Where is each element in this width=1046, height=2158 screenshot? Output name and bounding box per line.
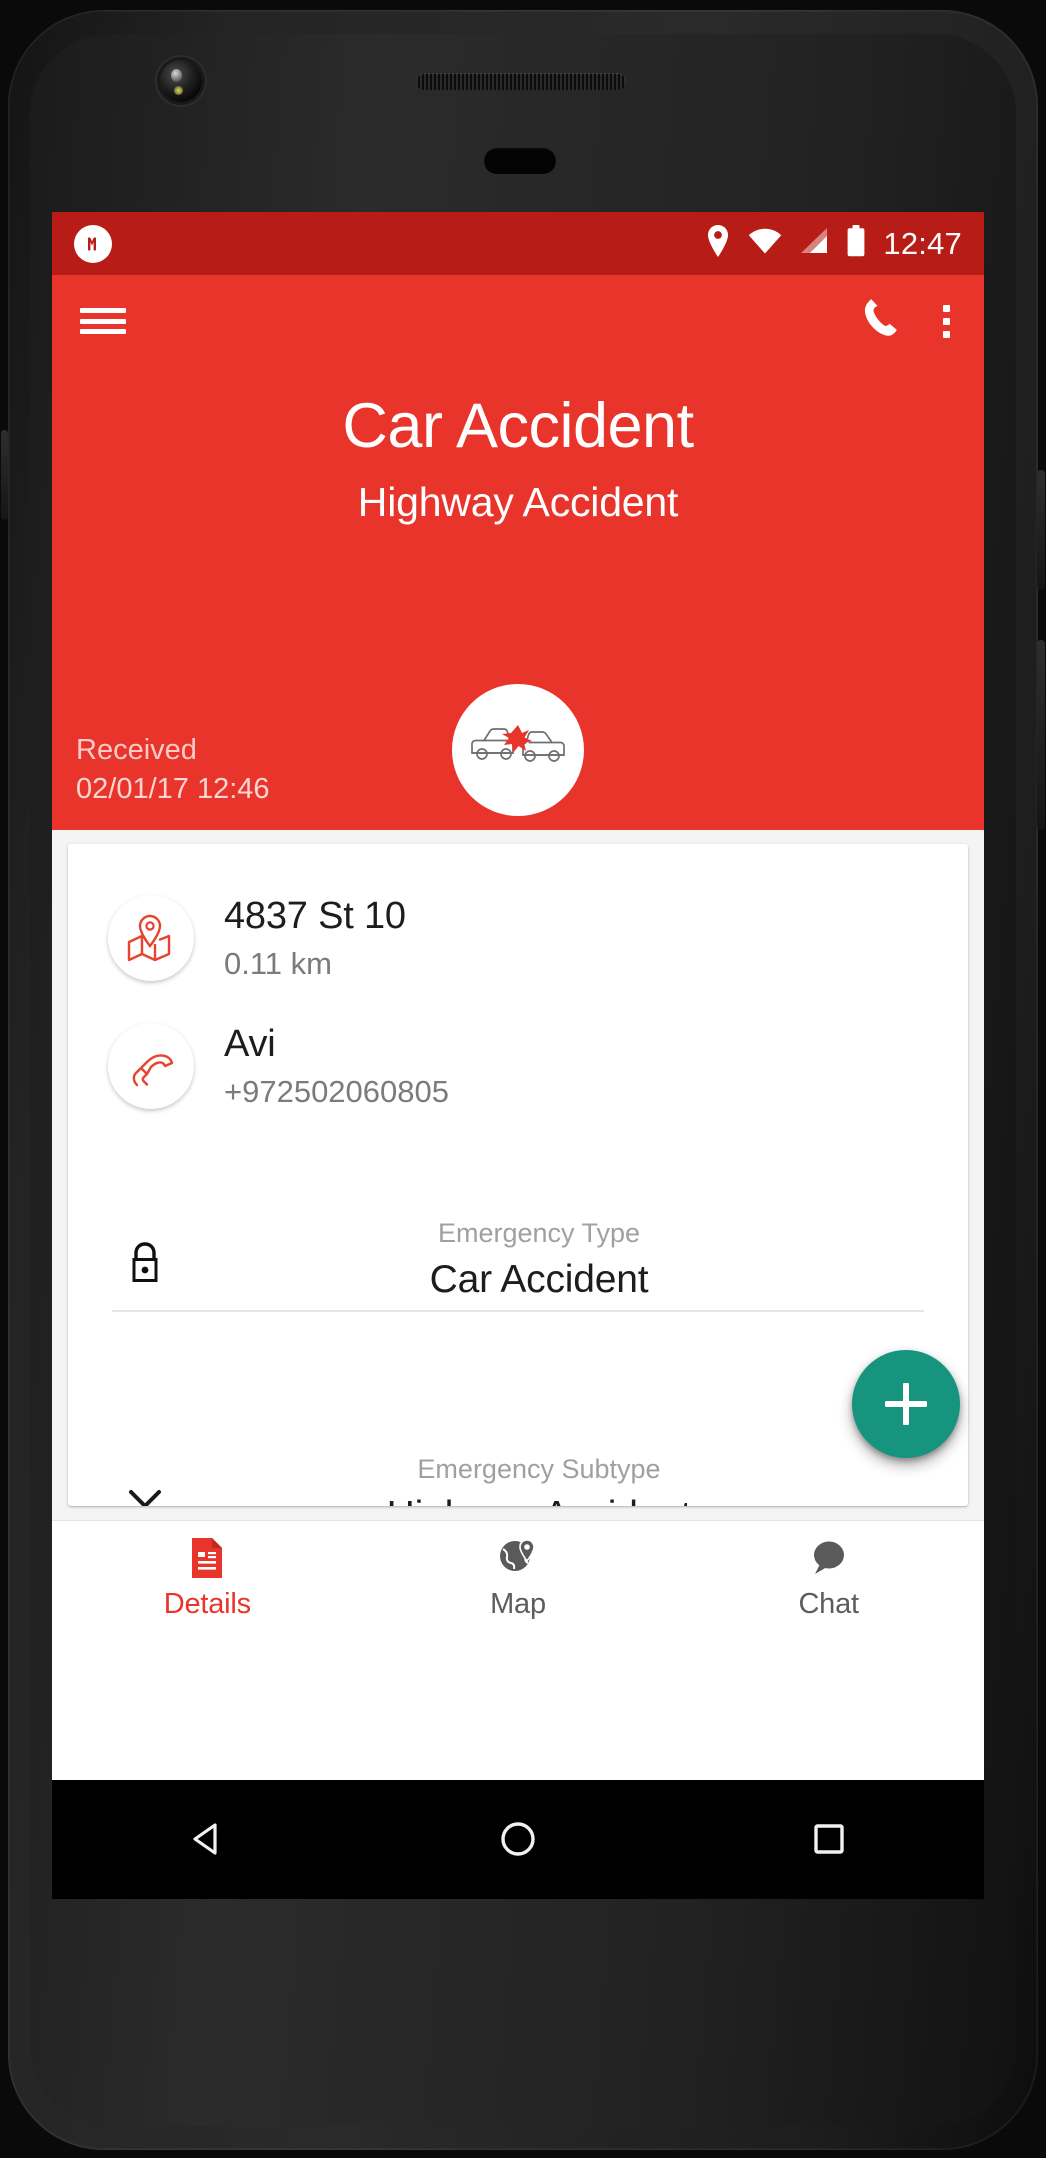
emergency-type-field: Emergency Type Car Accident [112,1184,924,1312]
details-content: 4837 St 10 0.11 km Avi +972502060805 Eme… [52,830,984,1520]
lock-icon [118,1236,172,1290]
cellular-signal-icon [799,227,829,260]
emergency-subtype-value: Highway Accident [154,1494,924,1506]
emergency-type-value: Car Accident [429,1258,649,1301]
screenshot-stage: 12:47 Car Accident Highway Accident Rece… [0,0,1046,2158]
home-circle-icon[interactable] [363,1815,674,1863]
location-text: 4837 St 10 0.11 km [224,894,406,982]
hamburger-menu-icon[interactable] [80,303,126,339]
tab-details[interactable]: Details [52,1521,363,1636]
bottom-navigation: Details Map Chat [52,1520,984,1636]
wifi-icon [748,227,782,260]
status-bar-system-icons: 12:47 [705,225,962,262]
tab-map-label: Map [490,1588,546,1620]
status-bar-notifications [74,224,705,263]
overflow-menu-icon[interactable] [943,304,950,338]
location-row[interactable]: 4837 St 10 0.11 km [68,874,968,1002]
android-status-bar: 12:47 [52,212,984,275]
contact-text: Avi +972502060805 [224,1022,449,1110]
power-button[interactable] [1037,470,1045,590]
toolbar-actions [857,297,956,345]
contact-row[interactable]: Avi +972502060805 [68,1002,968,1130]
phone-call-icon[interactable] [857,297,899,345]
phone-handset-icon [108,1023,194,1109]
received-block: Received 02/01/17 12:46 [52,731,270,808]
location-address: 4837 St 10 [224,894,406,937]
details-card: 4837 St 10 0.11 km Avi +972502060805 Eme… [68,844,968,1506]
received-label: Received [76,734,197,767]
screen-bottom-edge [52,1898,984,1899]
volume-button[interactable] [1037,640,1045,830]
car-accident-icon [452,684,584,816]
emergency-type-label: Emergency Type [437,1218,641,1248]
phone-screen: 12:47 Car Accident Highway Accident Rece… [52,212,984,1780]
home-sensor-pill [484,148,556,174]
emergency-hero-header: Car Accident Highway Accident Received 0… [52,367,984,830]
proximity-sensor-led [174,86,183,95]
emergency-subtype-label: Emergency Subtype [417,1454,661,1484]
recents-square-icon[interactable] [673,1817,984,1861]
document-icon [189,1536,225,1580]
app-toolbar [52,275,984,367]
contact-phone: +972502060805 [224,1073,449,1109]
page-title: Car Accident [342,391,694,461]
app-notification-icon [74,224,112,263]
location-distance: 0.11 km [224,945,332,981]
map-pin-icon [108,895,194,981]
contact-name: Avi [224,1022,276,1065]
add-fab-button[interactable] [852,1350,960,1458]
globe-map-icon [497,1536,539,1580]
tab-map[interactable]: Map [363,1521,674,1636]
received-timestamp: 02/01/17 12:46 [76,772,270,805]
back-triangle-icon[interactable] [52,1815,363,1863]
chat-bubble-icon [808,1536,850,1580]
page-subtitle: Highway Accident [357,479,679,526]
emergency-subtype-field[interactable]: Emergency Subtype Highway Accident [112,1420,924,1506]
left-side-button[interactable] [1,430,8,520]
tab-chat[interactable]: Chat [673,1521,984,1636]
status-bar-clock: 12:47 [883,225,962,261]
tab-chat-label: Chat [798,1588,859,1620]
earpiece-speaker [416,73,626,90]
chevron-down-icon[interactable] [118,1472,172,1506]
location-pin-icon [705,225,731,262]
tab-details-label: Details [163,1588,251,1620]
android-navigation-bar [52,1780,984,1898]
front-camera [160,60,202,102]
battery-icon [846,225,866,262]
